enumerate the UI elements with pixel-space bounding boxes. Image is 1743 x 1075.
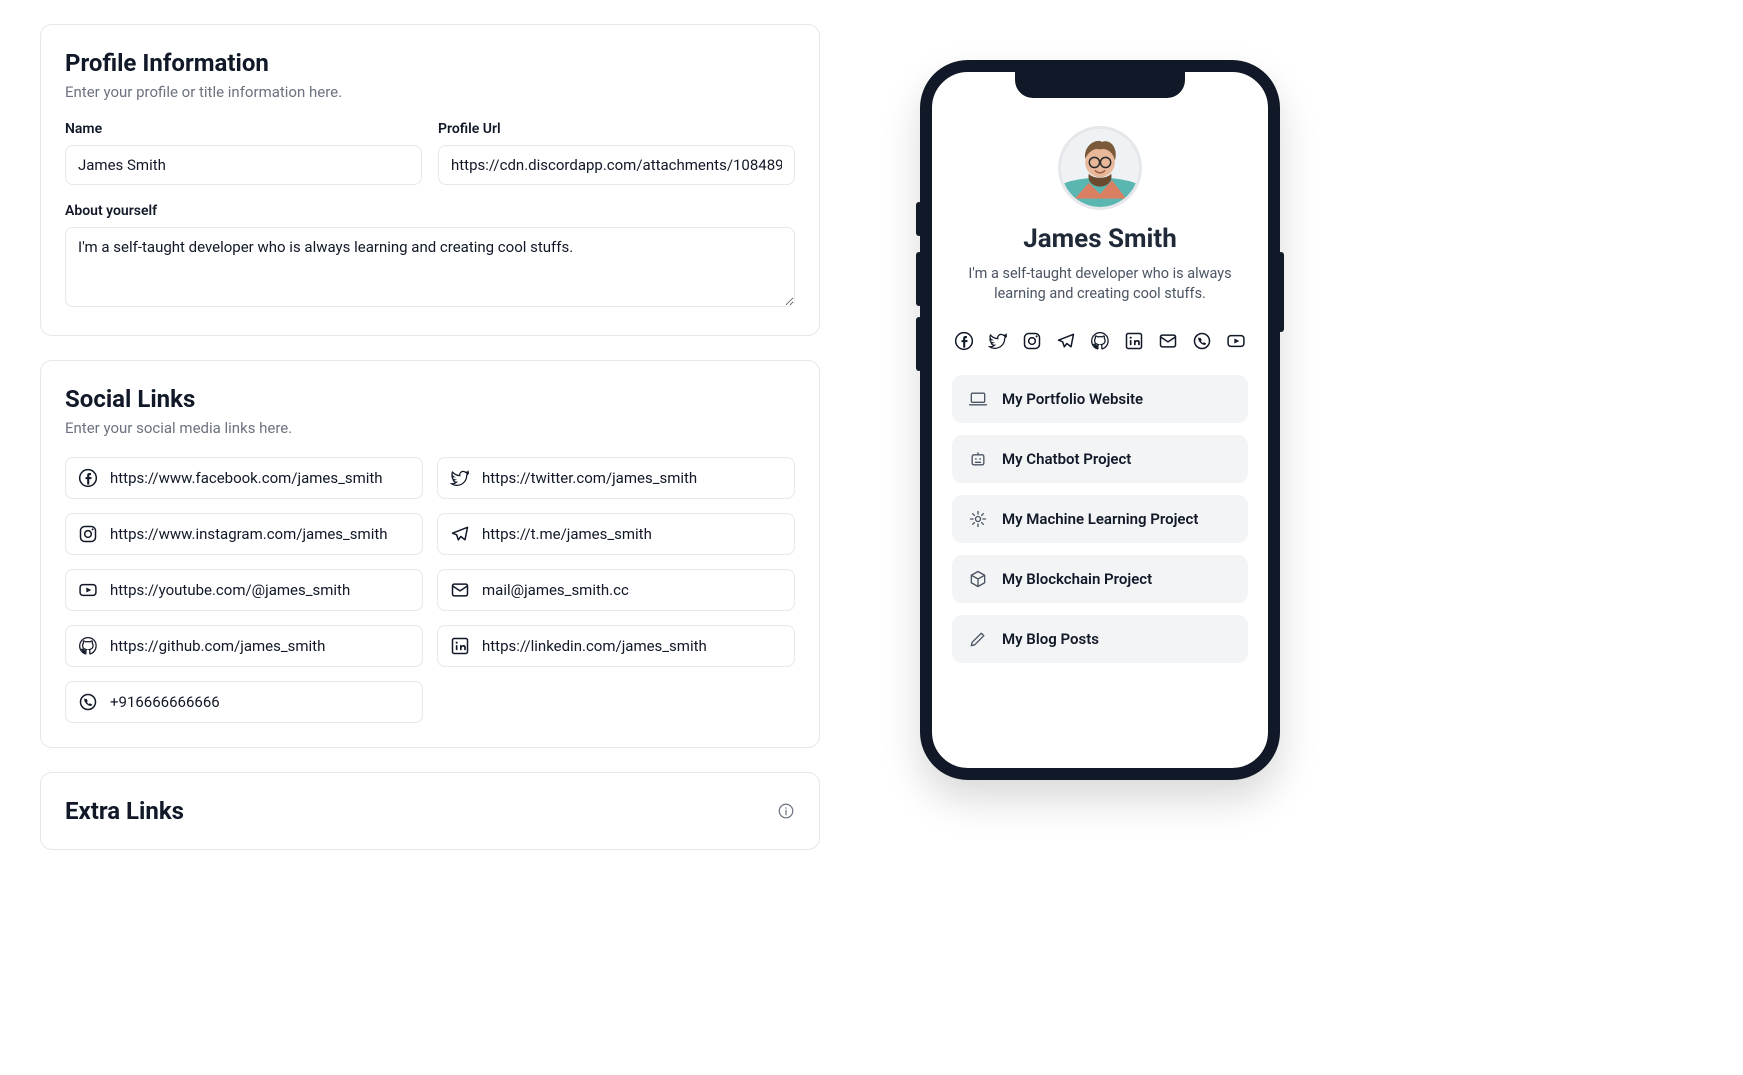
social-whatsapp-field bbox=[65, 681, 423, 723]
github-icon bbox=[78, 636, 98, 656]
twitter-icon bbox=[450, 468, 470, 488]
preview-link-chatbot[interactable]: My Chatbot Project bbox=[952, 435, 1248, 483]
instagram-icon[interactable] bbox=[1022, 331, 1042, 351]
social-telegram-input[interactable] bbox=[482, 525, 782, 543]
facebook-icon[interactable] bbox=[954, 331, 974, 351]
brain-icon bbox=[968, 509, 988, 529]
youtube-icon bbox=[78, 580, 98, 600]
extra-links-card: Extra Links bbox=[40, 772, 820, 850]
whatsapp-icon bbox=[78, 692, 98, 712]
social-twitter-field bbox=[437, 457, 795, 499]
twitter-icon[interactable] bbox=[988, 331, 1008, 351]
mail-icon[interactable] bbox=[1158, 331, 1178, 351]
profile-url-label: Profile Url bbox=[438, 121, 795, 137]
social-telegram-field bbox=[437, 513, 795, 555]
telegram-icon bbox=[450, 524, 470, 544]
profile-info-card: Profile Information Enter your profile o… bbox=[40, 24, 820, 336]
social-links-subtitle: Enter your social media links here. bbox=[65, 419, 795, 437]
extra-links-title: Extra Links bbox=[65, 797, 184, 825]
preview-about: I'm a self-taught developer who is alway… bbox=[952, 264, 1248, 305]
social-facebook-input[interactable] bbox=[110, 469, 410, 487]
social-mail-field bbox=[437, 569, 795, 611]
social-github-input[interactable] bbox=[110, 637, 410, 655]
name-input[interactable] bbox=[65, 145, 422, 185]
info-icon[interactable] bbox=[777, 802, 795, 820]
link-label: My Portfolio Website bbox=[1002, 390, 1143, 408]
avatar bbox=[1058, 126, 1142, 210]
facebook-icon bbox=[78, 468, 98, 488]
laptop-icon bbox=[968, 389, 988, 409]
profile-url-input[interactable] bbox=[438, 145, 795, 185]
preview-link-ml[interactable]: My Machine Learning Project bbox=[952, 495, 1248, 543]
link-label: My Blog Posts bbox=[1002, 630, 1099, 648]
preview-link-blog[interactable]: My Blog Posts bbox=[952, 615, 1248, 663]
phone-preview: James Smith I'm a self-taught developer … bbox=[920, 60, 1280, 780]
social-youtube-field bbox=[65, 569, 423, 611]
social-whatsapp-input[interactable] bbox=[110, 693, 410, 711]
linkedin-icon[interactable] bbox=[1124, 331, 1144, 351]
instagram-icon bbox=[78, 524, 98, 544]
link-label: My Chatbot Project bbox=[1002, 450, 1131, 468]
preview-link-portfolio[interactable]: My Portfolio Website bbox=[952, 375, 1248, 423]
telegram-icon[interactable] bbox=[1056, 331, 1076, 351]
social-facebook-field bbox=[65, 457, 423, 499]
social-mail-input[interactable] bbox=[482, 581, 782, 599]
profile-info-subtitle: Enter your profile or title information … bbox=[65, 83, 795, 101]
social-twitter-input[interactable] bbox=[482, 469, 782, 487]
social-linkedin-input[interactable] bbox=[482, 637, 782, 655]
preview-name: James Smith bbox=[952, 224, 1248, 254]
social-links-card: Social Links Enter your social media lin… bbox=[40, 360, 820, 748]
social-links-title: Social Links bbox=[65, 385, 795, 413]
about-label: About yourself bbox=[65, 203, 795, 219]
youtube-icon[interactable] bbox=[1226, 331, 1246, 351]
cube-icon bbox=[968, 569, 988, 589]
social-youtube-input[interactable] bbox=[110, 581, 410, 599]
phone-side-button bbox=[1278, 252, 1284, 332]
mail-icon bbox=[450, 580, 470, 600]
pencil-icon bbox=[968, 629, 988, 649]
social-instagram-input[interactable] bbox=[110, 525, 410, 543]
phone-side-button bbox=[916, 317, 922, 371]
link-label: My Blockchain Project bbox=[1002, 570, 1152, 588]
social-instagram-field bbox=[65, 513, 423, 555]
phone-side-button bbox=[916, 202, 922, 236]
phone-side-button bbox=[916, 252, 922, 306]
bot-icon bbox=[968, 449, 988, 469]
linkedin-icon bbox=[450, 636, 470, 656]
name-label: Name bbox=[65, 121, 422, 137]
preview-link-blockchain[interactable]: My Blockchain Project bbox=[952, 555, 1248, 603]
preview-social-row bbox=[952, 331, 1248, 351]
link-label: My Machine Learning Project bbox=[1002, 510, 1198, 528]
about-textarea[interactable] bbox=[65, 227, 795, 307]
github-icon[interactable] bbox=[1090, 331, 1110, 351]
social-linkedin-field bbox=[437, 625, 795, 667]
social-github-field bbox=[65, 625, 423, 667]
whatsapp-icon[interactable] bbox=[1192, 331, 1212, 351]
profile-info-title: Profile Information bbox=[65, 49, 795, 77]
